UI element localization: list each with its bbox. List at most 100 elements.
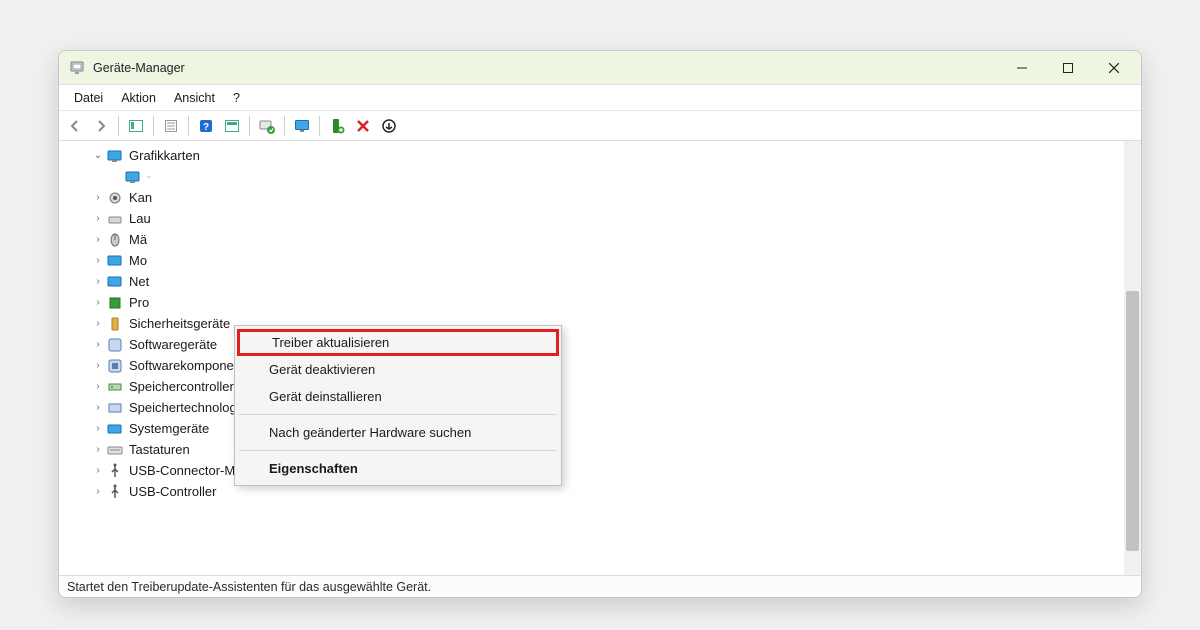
keyboard-icon	[107, 442, 123, 458]
usb-icon	[107, 463, 123, 479]
tree-node-label: Softwaregeräte	[129, 337, 217, 352]
tree-node-label: Speichercontroller	[129, 379, 234, 394]
tree-node[interactable]: › Mo	[59, 250, 1141, 271]
camera-icon	[107, 190, 123, 206]
chevron-right-icon[interactable]: ›	[91, 318, 105, 329]
tree-node[interactable]: › Sicherheitsgeräte	[59, 313, 1141, 334]
tree-node[interactable]: › Softwaregeräte	[59, 334, 1141, 355]
uninstall-device-button[interactable]	[351, 114, 375, 138]
device-tree[interactable]: ⌄ Grafikkarten › Kan › Lau ›	[59, 141, 1141, 575]
tree-node-label: Mo	[129, 253, 147, 268]
close-button[interactable]	[1091, 52, 1137, 84]
network-icon	[107, 274, 123, 290]
tree-node-label	[147, 176, 151, 178]
status-text: Startet den Treiberupdate-Assistenten fü…	[67, 580, 431, 594]
show-hide-tree-button[interactable]	[124, 114, 148, 138]
chevron-right-icon[interactable]: ›	[91, 213, 105, 224]
processor-icon	[107, 295, 123, 311]
menu-action[interactable]: Aktion	[112, 88, 165, 108]
chevron-right-icon[interactable]: ›	[91, 486, 105, 497]
software-device-icon	[107, 337, 123, 353]
window-title: Geräte-Manager	[93, 61, 185, 75]
chevron-right-icon[interactable]: ›	[91, 255, 105, 266]
tree-node-label: Sicherheitsgeräte	[129, 316, 230, 331]
chevron-right-icon[interactable]: ›	[91, 192, 105, 203]
tree-node[interactable]: › Systemgeräte	[59, 418, 1141, 439]
menu-separator	[239, 414, 557, 415]
disable-device-button[interactable]	[377, 114, 401, 138]
tree-node[interactable]: › Softwarekomponenten	[59, 355, 1141, 376]
chevron-right-icon[interactable]: ›	[91, 465, 105, 476]
tree-node[interactable]: › Speichercontroller	[59, 376, 1141, 397]
minimize-button[interactable]	[999, 52, 1045, 84]
tree-node-label: Systemgeräte	[129, 421, 209, 436]
update-driver-button[interactable]	[255, 114, 279, 138]
tree-node-label: USB-Controller	[129, 484, 216, 499]
security-icon	[107, 316, 123, 332]
menu-file[interactable]: Datei	[65, 88, 112, 108]
tree-node[interactable]: › Tastaturen	[59, 439, 1141, 460]
menu-help[interactable]: ?	[224, 88, 249, 108]
menu-scan-hardware[interactable]: Nach geänderter Hardware suchen	[237, 419, 559, 446]
tree-node-grafikkarten[interactable]: ⌄ Grafikkarten	[59, 145, 1141, 166]
tree-node[interactable]: › Pro	[59, 292, 1141, 313]
menu-view[interactable]: Ansicht	[165, 88, 224, 108]
tree-node-label: Mä	[129, 232, 147, 247]
chevron-down-icon[interactable]: ⌄	[91, 150, 105, 161]
toolbar: ?	[59, 111, 1141, 141]
display-adapter-icon	[125, 169, 141, 185]
display-adapter-icon	[107, 148, 123, 164]
menubar: Datei Aktion Ansicht ?	[59, 85, 1141, 111]
device-manager-window: Geräte-Manager Datei Aktion Ansicht ? ?	[58, 50, 1142, 598]
chevron-right-icon[interactable]: ›	[91, 276, 105, 287]
menu-uninstall-device[interactable]: Gerät deinstallieren	[237, 383, 559, 410]
tree-node[interactable]: › USB-Controller	[59, 481, 1141, 502]
drive-icon	[107, 211, 123, 227]
tree-node-selected-gpu[interactable]	[59, 166, 1141, 187]
menu-properties[interactable]: Eigenschaften	[237, 455, 559, 482]
monitor-icon	[107, 253, 123, 269]
chevron-right-icon[interactable]: ›	[91, 402, 105, 413]
help-button[interactable]: ?	[194, 114, 218, 138]
tree-node[interactable]: › USB-Connector-Manager	[59, 460, 1141, 481]
back-button[interactable]	[63, 114, 87, 138]
tree-node-label: Tastaturen	[129, 442, 190, 457]
software-component-icon	[107, 358, 123, 374]
tree-pane: ⌄ Grafikkarten › Kan › Lau ›	[59, 141, 1141, 575]
chevron-right-icon[interactable]: ›	[91, 339, 105, 350]
mouse-icon	[107, 232, 123, 248]
tree-node-label: Pro	[129, 295, 149, 310]
menu-disable-device[interactable]: Gerät deaktivieren	[237, 356, 559, 383]
svg-text:?: ?	[203, 122, 209, 133]
statusbar: Startet den Treiberupdate-Assistenten fü…	[59, 575, 1141, 597]
context-menu: Treiber aktualisieren Gerät deaktivieren…	[234, 325, 562, 486]
chevron-right-icon[interactable]: ›	[91, 360, 105, 371]
tree-node[interactable]: › Net	[59, 271, 1141, 292]
titlebar: Geräte-Manager	[59, 51, 1141, 85]
menu-update-driver[interactable]: Treiber aktualisieren	[237, 329, 559, 356]
enable-device-button[interactable]	[325, 114, 349, 138]
tree-node[interactable]: › Kan	[59, 187, 1141, 208]
chevron-right-icon[interactable]: ›	[91, 234, 105, 245]
scan-hardware-button[interactable]	[220, 114, 244, 138]
usb-icon	[107, 484, 123, 500]
tree-node[interactable]: › Lau	[59, 208, 1141, 229]
tree-node[interactable]: › Mä	[59, 229, 1141, 250]
chevron-right-icon[interactable]: ›	[91, 423, 105, 434]
tree-node-label: Kan	[129, 190, 152, 205]
chevron-right-icon[interactable]: ›	[91, 297, 105, 308]
chevron-right-icon[interactable]: ›	[91, 381, 105, 392]
tree-node-label: Net	[129, 274, 149, 289]
storage-controller-icon	[107, 379, 123, 395]
device-manager-icon	[69, 60, 85, 76]
scroll-thumb[interactable]	[1126, 291, 1139, 551]
vertical-scrollbar[interactable]	[1124, 141, 1141, 575]
maximize-button[interactable]	[1045, 52, 1091, 84]
chevron-right-icon[interactable]: ›	[91, 444, 105, 455]
forward-button[interactable]	[89, 114, 113, 138]
monitor-button[interactable]	[290, 114, 314, 138]
storage-tech-icon	[107, 400, 123, 416]
properties-button[interactable]	[159, 114, 183, 138]
system-device-icon	[107, 421, 123, 437]
tree-node[interactable]: › Speichertechnologiegeräte	[59, 397, 1141, 418]
